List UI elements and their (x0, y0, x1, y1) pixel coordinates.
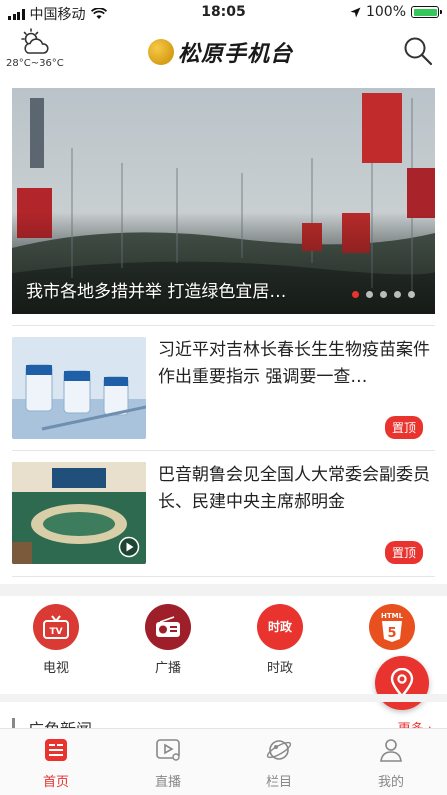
news-title[interactable]: 巴音朝鲁会见全国人大常委会副委员长、民建中央主席郝明金 (158, 462, 434, 516)
news-thumbnail[interactable] (12, 337, 146, 439)
logo-text: 松原手机台 (178, 42, 294, 67)
channel-radio[interactable]: 广播 (138, 604, 198, 676)
profile-icon (380, 739, 402, 762)
carousel-dots[interactable] (352, 291, 415, 298)
news-item[interactable]: 习近平对吉林长春长生生物疫苗案件作出重要指示 强调要一查… 置顶 (12, 337, 435, 439)
bottom-tab-bar: 首页 直播 栏目 我的 (0, 728, 447, 795)
carousel-dot[interactable] (366, 291, 373, 298)
divider (12, 576, 435, 577)
location-arrow-icon (350, 7, 361, 17)
tab-columns[interactable]: 栏目 (244, 737, 314, 790)
tab-home[interactable]: 首页 (21, 737, 91, 790)
carousel-dot[interactable] (408, 291, 415, 298)
logo-mark-icon (148, 39, 174, 65)
channel-label: 电视 (42, 661, 69, 676)
tab-profile[interactable]: 我的 (356, 737, 426, 790)
tab-label: 直播 (154, 775, 181, 790)
html5-icon[interactable]: HTML 5 (369, 604, 415, 650)
live-video-icon (156, 739, 180, 761)
svg-text:5: 5 (387, 626, 396, 641)
banner-carousel[interactable]: 我市各地多措并举 打造绿色宜居… (12, 88, 435, 314)
banner-caption[interactable]: 我市各地多措并举 打造绿色宜居… (26, 277, 286, 302)
home-news-icon (45, 739, 67, 761)
play-icon[interactable] (118, 536, 140, 558)
search-icon[interactable] (403, 36, 433, 66)
vaccine-image (12, 337, 146, 439)
carousel-dot-active[interactable] (352, 291, 359, 298)
news-thumbnail[interactable] (12, 462, 146, 564)
section-gap (0, 584, 447, 596)
status-bar: 中国移动 18:05 100% (0, 0, 447, 26)
divider (12, 450, 435, 451)
carousel-dot[interactable] (394, 291, 401, 298)
politics-icon-text: 时政 (267, 619, 292, 634)
column-planet-icon (266, 740, 292, 760)
channel-html5[interactable]: HTML 5 (362, 604, 422, 657)
pinned-badge: 置顶 (384, 541, 423, 564)
news-title[interactable]: 习近平对吉林长春长生生物疫苗案件作出重要指示 强调要一查… (158, 337, 434, 391)
carousel-dot[interactable] (380, 291, 387, 298)
svg-text:TV: TV (49, 627, 62, 637)
politics-icon[interactable]: 时政 (257, 604, 303, 650)
html5-icon-text: HTML (381, 612, 404, 620)
channel-label: 广播 (154, 661, 181, 676)
tv-icon[interactable]: TV (33, 604, 79, 650)
radio-icon[interactable] (145, 604, 191, 650)
pinned-badge: 置顶 (384, 416, 423, 439)
channel-label: 时政 (266, 661, 293, 676)
battery-icon (411, 6, 442, 18)
battery-percent: 100% (365, 4, 406, 20)
channel-tv[interactable]: TV 电视 (26, 604, 86, 676)
tab-label: 我的 (377, 775, 404, 790)
news-item[interactable]: 巴音朝鲁会见全国人大常委会副委员长、民建中央主席郝明金 置顶 (12, 462, 435, 564)
channel-politics[interactable]: 时政 时政 (250, 604, 310, 676)
weather-temperature: 28°C~36°C (6, 58, 64, 69)
section-gap (0, 694, 447, 702)
divider (12, 325, 435, 326)
tab-label: 栏目 (265, 775, 292, 790)
tab-label: 首页 (42, 775, 69, 790)
tab-live[interactable]: 直播 (133, 737, 203, 790)
partly-cloudy-icon[interactable] (18, 28, 52, 56)
status-right: 100% (350, 4, 442, 20)
app-logo: 松原手机台 (148, 36, 293, 68)
app-header: 28°C~36°C 松原手机台 (0, 26, 447, 76)
